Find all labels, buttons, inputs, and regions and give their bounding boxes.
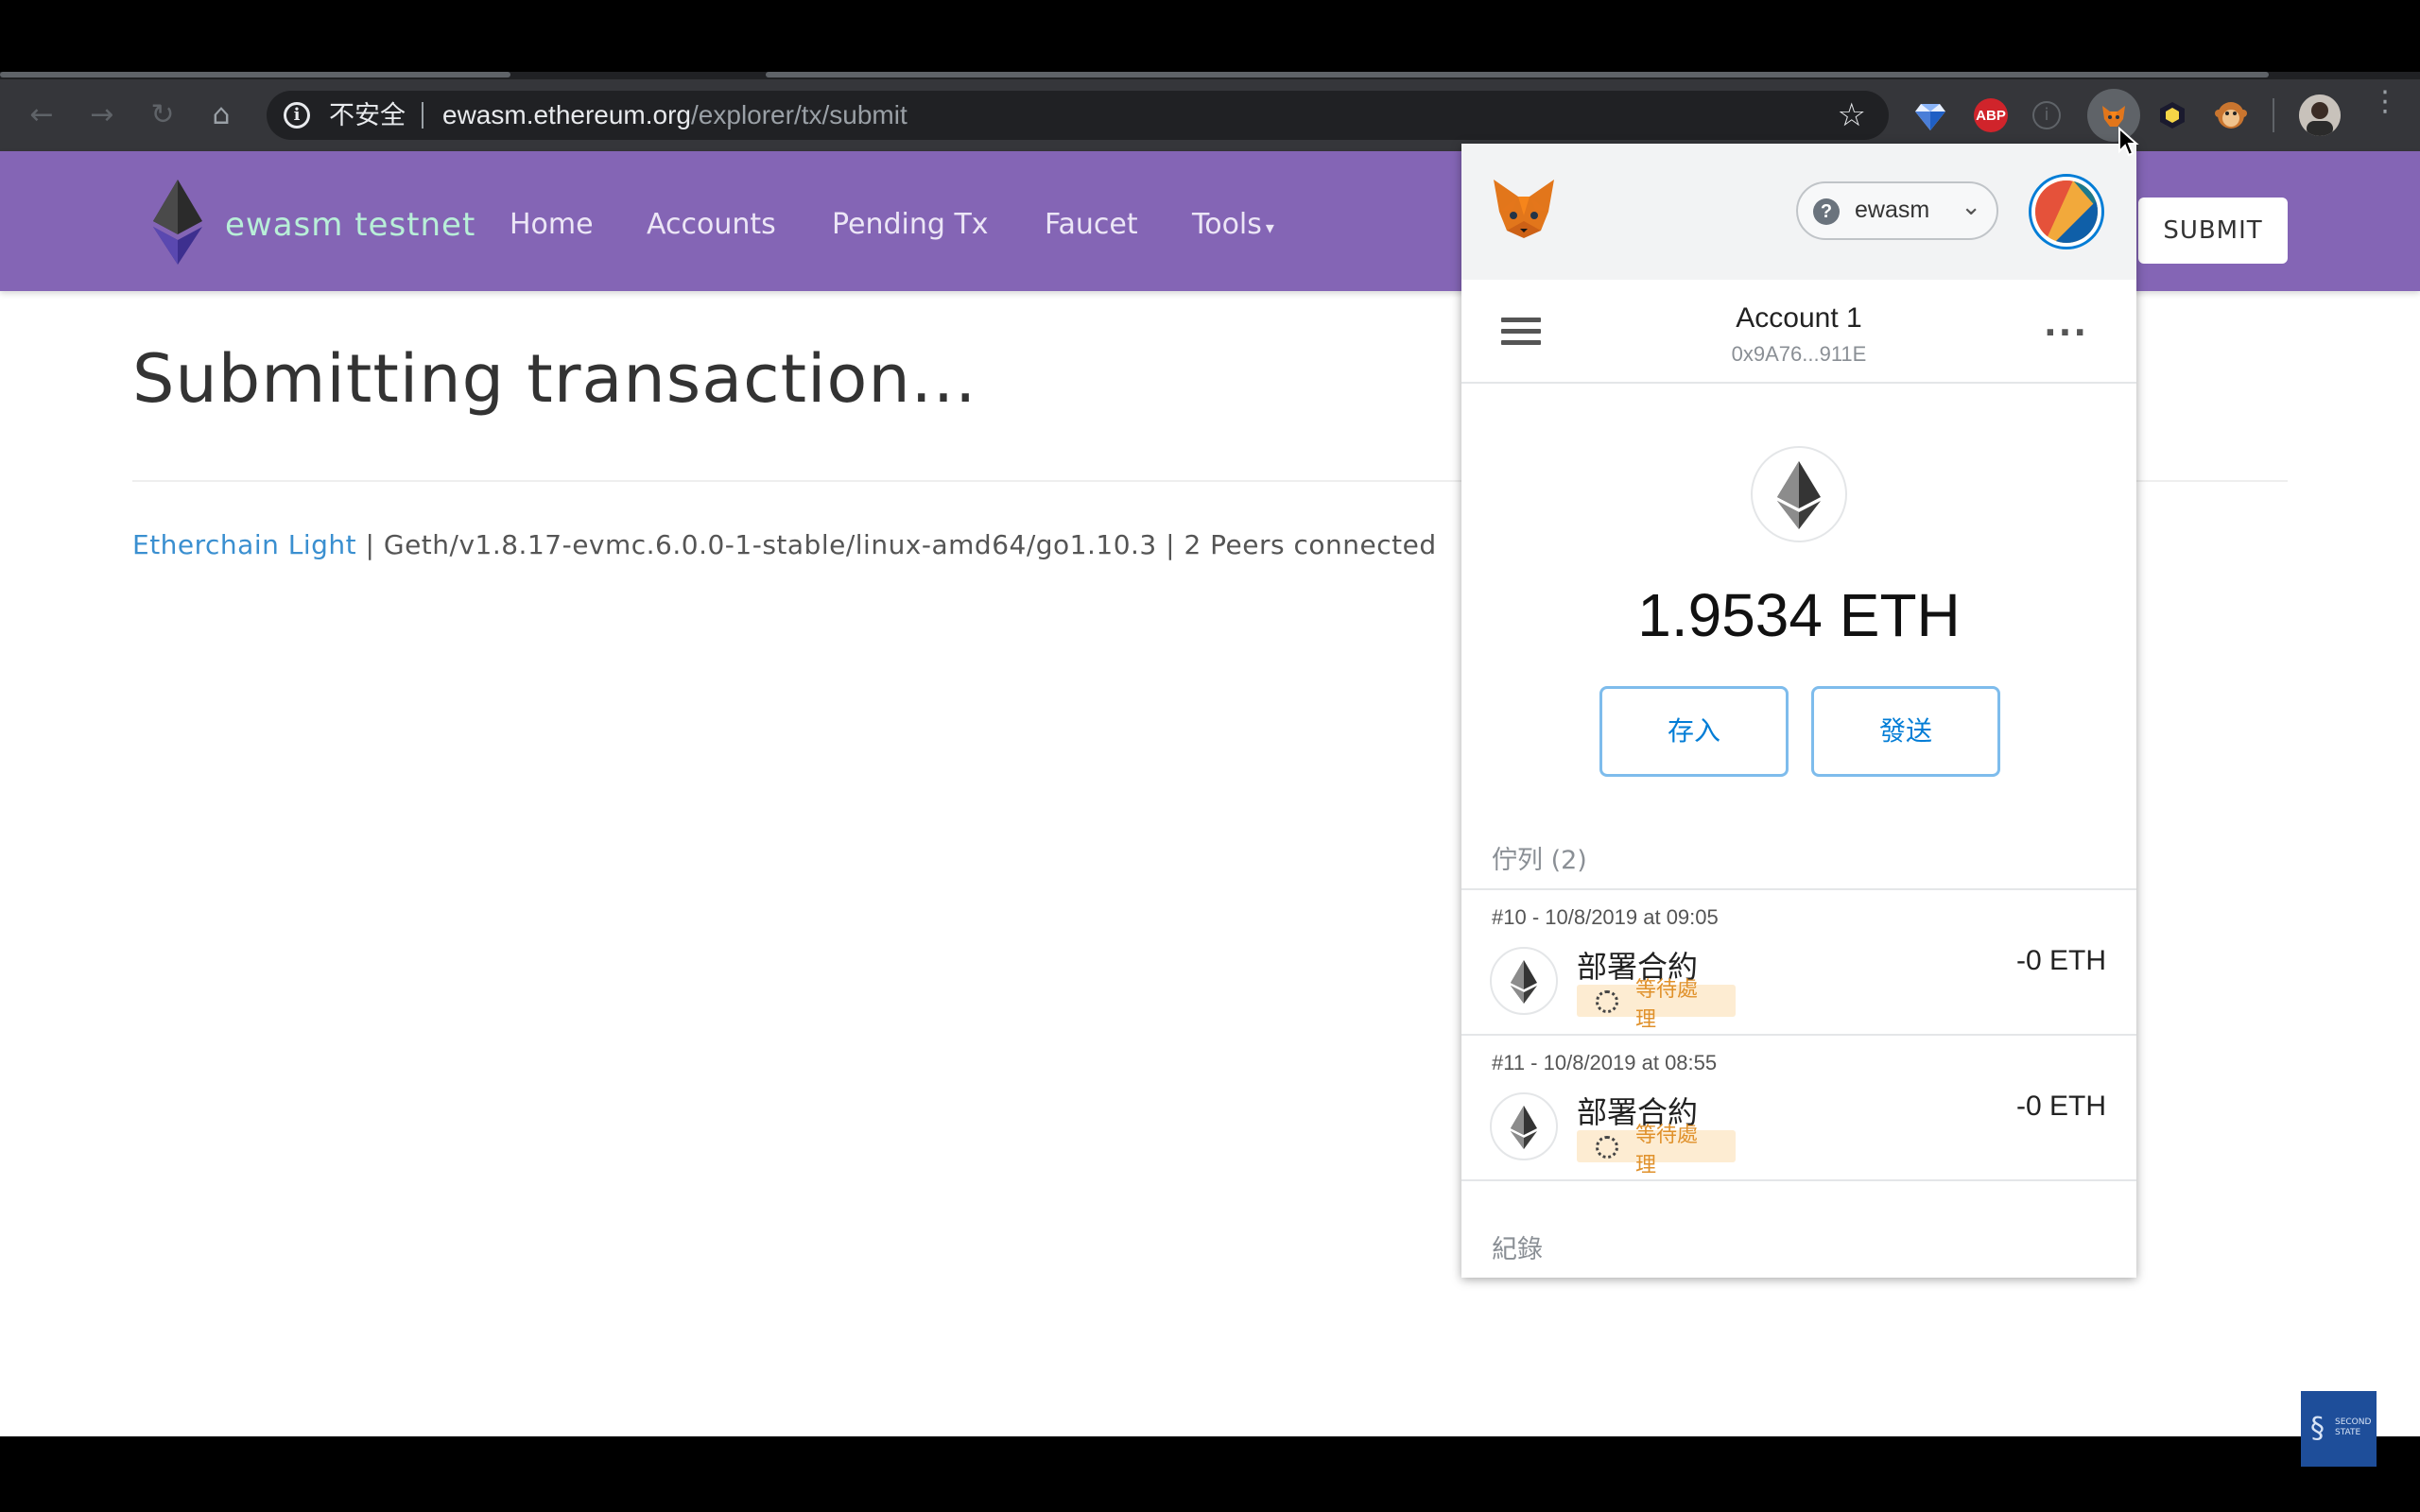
watermark-text: SECOND STATE (2335, 1418, 2377, 1438)
browser-toolbar: ← → ↻ ⌂ i 不安全 ewasm.ethereum.org/explore… (0, 79, 2420, 151)
home-icon[interactable]: ⌂ (206, 100, 236, 130)
nav-accounts[interactable]: Accounts (647, 208, 776, 241)
back-icon[interactable]: ← (26, 100, 57, 130)
transaction-status: 等待處理 (1635, 978, 1699, 1032)
node-info-text: | Geth/v1.8.17-evmc.6.0.0-1-stable/linux… (356, 529, 1437, 560)
page-title: Submitting transaction... (132, 340, 977, 418)
pending-status-badge: 等待處理 (1577, 978, 1736, 1032)
send-button[interactable]: 發送 (1811, 686, 2000, 777)
toolbar-separator (2273, 98, 2274, 132)
metamask-fox-icon[interactable] (1490, 178, 1558, 240)
queue-heading: 佇列 (2) (1492, 846, 1587, 875)
transaction-amount: -0 ETH (2015, 945, 2106, 976)
info-extension-icon[interactable]: i (2032, 101, 2061, 129)
question-mark-icon: ? (1813, 198, 1840, 225)
status-footer: Etherchain Light | Geth/v1.8.17-evmc.6.0… (132, 529, 1437, 560)
transaction-status: 等待處理 (1635, 1124, 1699, 1177)
nav-faucet[interactable]: Faucet (1045, 208, 1138, 241)
history-heading: 紀錄 (1492, 1235, 1543, 1264)
eth-balance: 1.9534 ETH (1637, 581, 1961, 649)
ethereum-logo-icon[interactable] (151, 180, 204, 265)
spinner-icon (1596, 1136, 1618, 1159)
nav-tools-dropdown[interactable]: Tools ▾ (1192, 208, 1274, 241)
account-address[interactable]: 0x9A76...911E (1461, 342, 2136, 367)
address-bar[interactable]: i 不安全 ewasm.ethereum.org/explorer/tx/sub… (267, 91, 1889, 140)
url-host: ewasm.ethereum.org (442, 100, 692, 129)
etherchain-light-link[interactable]: Etherchain Light (132, 529, 356, 560)
eth-transaction-icon (1490, 1092, 1558, 1160)
monkey-extension-icon[interactable] (2214, 98, 2248, 132)
account-avatar[interactable] (2029, 174, 2104, 249)
forward-icon[interactable]: → (87, 100, 117, 130)
deposit-button[interactable]: 存入 (1599, 686, 1789, 777)
address-separator (422, 102, 424, 129)
video-letterbox-bottom (0, 1436, 2420, 1512)
bookmark-star-icon[interactable]: ☆ (1838, 96, 1866, 134)
brand-name[interactable]: ewasm testnet (225, 206, 475, 244)
metamask-popup: ? ewasm ⌄ Account 1 0x9A76...911E ··· 1.… (1461, 144, 2136, 1278)
security-label[interactable]: 不安全 (329, 100, 406, 130)
divider (1461, 1179, 2136, 1181)
transaction-row[interactable]: #11 - 10/8/2019 at 08:55 部署合約 等待處理 -0 ET… (1461, 1034, 2136, 1179)
nav-home[interactable]: Home (510, 208, 594, 241)
gem-extension-icon[interactable] (1913, 98, 1947, 132)
adblock-label: ABP (1976, 108, 2006, 124)
chevron-down-icon: ⌄ (1961, 193, 1981, 221)
profile-avatar-icon[interactable] (2299, 94, 2341, 136)
eth-token-icon (1751, 446, 1847, 542)
reload-icon[interactable]: ↻ (147, 100, 178, 130)
eth-transaction-icon (1490, 947, 1558, 1015)
pending-status-badge: 等待處理 (1577, 1124, 1736, 1177)
watermark-line-1: SECOND (2335, 1418, 2372, 1427)
browser-tab-strip (0, 72, 2420, 79)
spinner-icon (1596, 990, 1618, 1013)
submit-button[interactable]: SUBMIT (2138, 198, 2288, 264)
url-path: /explorer/tx/submit (691, 100, 908, 129)
adblock-plus-icon[interactable]: ABP (1974, 98, 2008, 132)
transaction-row[interactable]: #10 - 10/8/2019 at 09:05 部署合約 等待處理 -0 ET… (1461, 888, 2136, 1034)
transaction-amount: -0 ETH (2015, 1091, 2106, 1122)
account-bar: Account 1 0x9A76...911E ··· (1461, 280, 2136, 384)
watermark-line-2: STATE (2335, 1428, 2361, 1437)
mouse-cursor-icon (2118, 126, 2140, 159)
hexagon-extension-icon[interactable] (2155, 98, 2189, 132)
second-state-logo-icon: § (2310, 1412, 2325, 1445)
url-text[interactable]: ewasm.ethereum.org/explorer/tx/submit (442, 100, 908, 130)
network-selector[interactable]: ? ewasm ⌄ (1796, 181, 1998, 240)
nav-tools-label: Tools (1192, 208, 1262, 241)
info-icon[interactable]: i (284, 102, 310, 129)
transaction-date: #10 - 10/8/2019 at 09:05 (1492, 905, 1719, 929)
network-name: ewasm (1855, 197, 1930, 223)
video-letterbox-top (0, 0, 2420, 76)
browser-tab[interactable] (766, 72, 2269, 77)
account-name[interactable]: Account 1 (1461, 302, 2136, 335)
transaction-date: #11 - 10/8/2019 at 08:55 (1492, 1051, 1718, 1074)
caret-down-icon: ▾ (1265, 218, 1274, 238)
more-options-icon[interactable]: ··· (2044, 314, 2088, 352)
browser-menu-icon[interactable]: ⋮ (2371, 88, 2399, 134)
nav-pending-tx[interactable]: Pending Tx (832, 208, 989, 241)
second-state-watermark: § SECOND STATE (2301, 1391, 2377, 1467)
metamask-header: ? ewasm ⌄ (1461, 144, 2136, 280)
browser-tab[interactable] (0, 72, 510, 77)
